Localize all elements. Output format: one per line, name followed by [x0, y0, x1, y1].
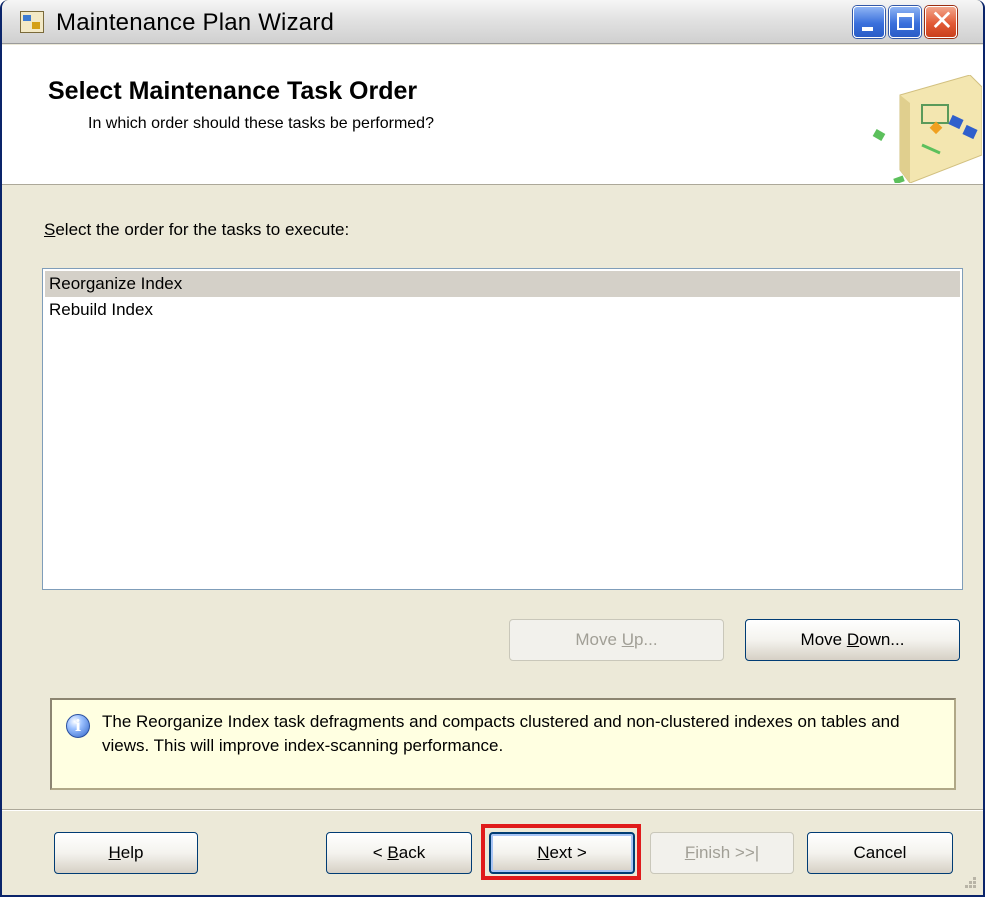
task-description-box: i The Reorganize Index task defragments … — [50, 698, 956, 790]
info-icon: i — [66, 714, 90, 738]
window-title: Maintenance Plan Wizard — [56, 9, 335, 36]
move-down-button[interactable]: Move Down... — [745, 619, 960, 661]
wizard-window: Maintenance Plan Wizard ✕ Select Mainten… — [0, 0, 985, 897]
maximize-icon — [897, 13, 914, 30]
task-description-text: The Reorganize Index task defragments an… — [102, 712, 900, 755]
wizard-header: Select Maintenance Task Order In which o… — [2, 45, 983, 185]
footer-divider — [2, 809, 983, 811]
minimize-button[interactable] — [853, 6, 885, 38]
page-title: Select Maintenance Task Order — [48, 77, 418, 105]
back-button[interactable]: < Back — [326, 832, 472, 874]
list-item[interactable]: Rebuild Index — [45, 297, 960, 323]
wizard-body: Select the order for the tasks to execut… — [2, 186, 983, 806]
resize-grip[interactable] — [963, 875, 977, 889]
wizard-app-icon[interactable] — [20, 11, 44, 33]
maximize-button[interactable] — [889, 6, 921, 38]
move-up-button[interactable]: Move Up... — [509, 619, 724, 661]
cancel-button[interactable]: Cancel — [807, 832, 953, 874]
list-item[interactable]: Reorganize Index — [45, 271, 960, 297]
title-bar[interactable]: Maintenance Plan Wizard ✕ — [2, 0, 983, 44]
close-button[interactable]: ✕ — [925, 4, 957, 38]
minimize-icon — [862, 27, 873, 31]
finish-button[interactable]: Finish >>| — [650, 832, 794, 874]
help-button[interactable]: Help — [54, 832, 198, 874]
task-order-list[interactable]: Reorganize Index Rebuild Index — [42, 268, 963, 590]
page-subtitle: In which order should these tasks be per… — [88, 115, 434, 132]
close-icon: ✕ — [930, 4, 954, 37]
task-order-label: Select the order for the tasks to execut… — [44, 220, 350, 239]
next-button[interactable]: Next > — [489, 832, 635, 874]
wizard-banner-icon — [872, 75, 982, 183]
